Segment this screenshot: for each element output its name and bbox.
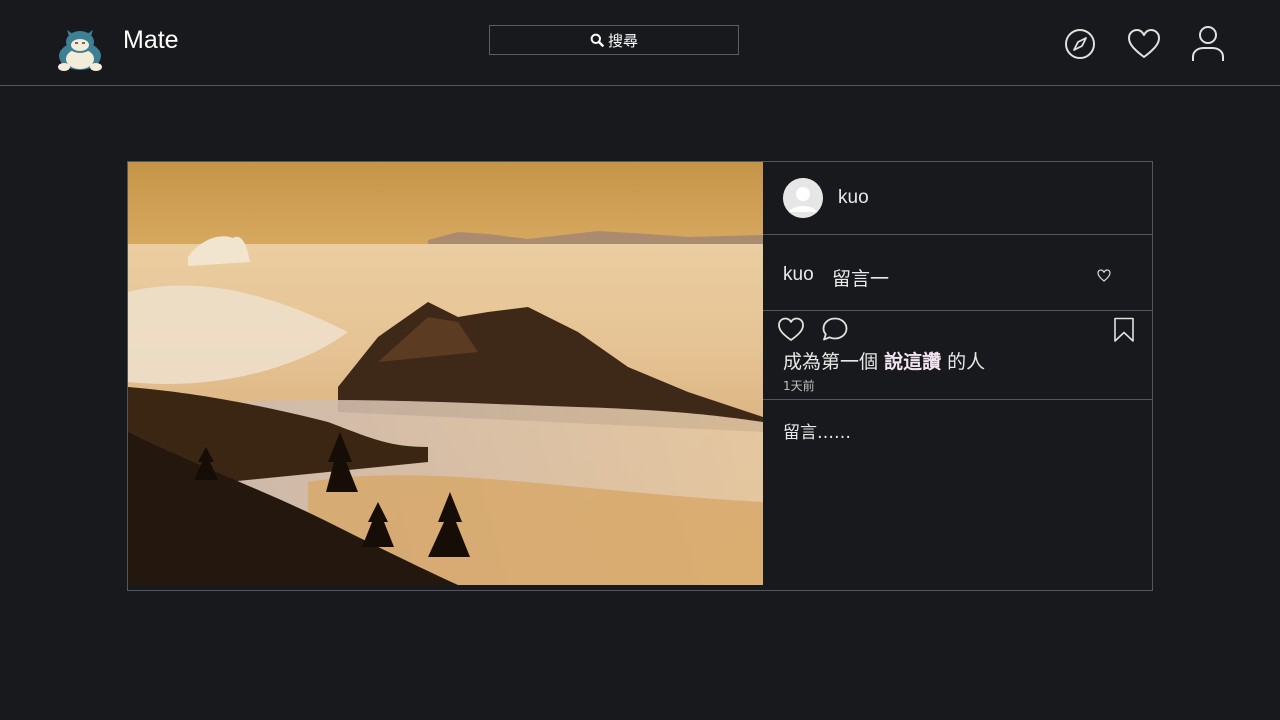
search-icon [590,33,604,47]
avatar-icon[interactable] [783,178,823,218]
search-box[interactable]: 搜尋 [489,25,739,55]
comment-like-icon[interactable] [1097,267,1111,286]
likes-suffix: 的人 [947,351,986,373]
comment-username[interactable]: kuo [783,264,814,286]
comment-text: 留言一 [832,268,890,290]
post-photo [128,162,763,585]
post-header: kuo [763,162,1152,235]
likes-prefix: 成為第一個 [783,351,879,373]
comment-icon[interactable] [821,316,849,346]
user-icon[interactable] [1190,24,1226,64]
logo-icon[interactable] [54,28,106,72]
likes-action-link[interactable]: 說這讚 [884,351,941,373]
post-sidebar: kuo kuo 留言一 成為第一個 說這讚 的人 1天前 留言…… [763,162,1152,590]
bookmark-icon[interactable] [1113,317,1135,347]
post-card: kuo kuo 留言一 成為第一個 說這讚 的人 1天前 留言…… [127,161,1153,591]
post-author[interactable]: kuo [838,187,869,209]
search-label: 搜尋 [607,31,638,50]
post-actions: 成為第一個 說這讚 的人 1天前 [763,311,1152,400]
top-nav-bar: Mate 搜尋 [0,0,1280,86]
post-timestamp: 1天前 [783,379,815,393]
comment-item: kuo 留言一 [763,235,1152,311]
heart-icon[interactable] [1126,24,1162,64]
likes-summary: 成為第一個 說這讚 的人 [783,347,985,374]
comment-input[interactable] [763,400,1152,590]
brand-name[interactable]: Mate [123,26,179,55]
like-icon[interactable] [777,316,805,346]
compass-icon[interactable] [1062,24,1098,64]
